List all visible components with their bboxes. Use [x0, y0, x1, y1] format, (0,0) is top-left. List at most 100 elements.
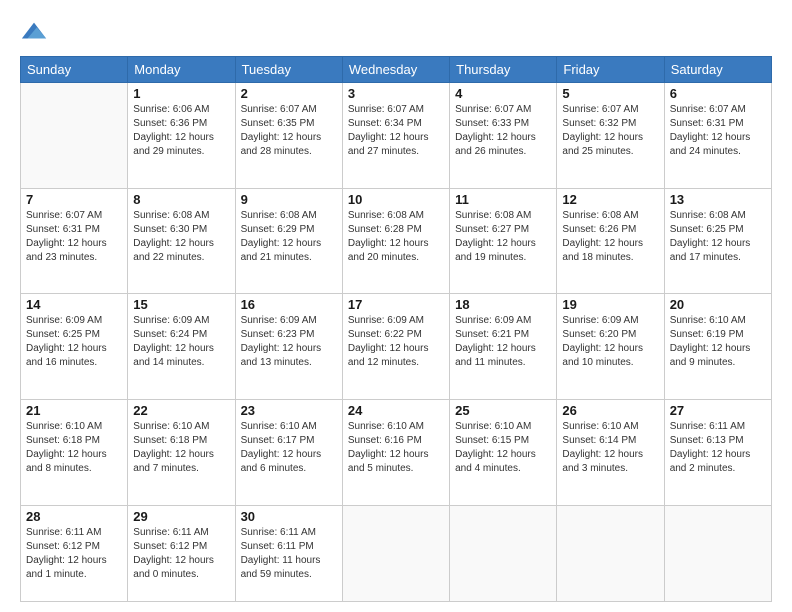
day-info: Sunrise: 6:10 AM Sunset: 6:15 PM Dayligh…	[455, 420, 551, 476]
day-number: 15	[133, 297, 229, 312]
day-info: Sunrise: 6:10 AM Sunset: 6:19 PM Dayligh…	[670, 314, 766, 370]
calendar-cell: 22 Sunrise: 6:10 AM Sunset: 6:18 PM Dayli…	[128, 400, 235, 506]
day-info: Sunrise: 6:09 AM Sunset: 6:20 PM Dayligh…	[562, 314, 658, 370]
calendar-cell: 14 Sunrise: 6:09 AM Sunset: 6:25 PM Dayli…	[21, 294, 128, 400]
day-number: 28	[26, 509, 122, 524]
day-number: 23	[241, 403, 337, 418]
day-number: 17	[348, 297, 444, 312]
day-header-thursday: Thursday	[450, 57, 557, 83]
calendar-header-row: SundayMondayTuesdayWednesdayThursdayFrid…	[21, 57, 772, 83]
day-info: Sunrise: 6:10 AM Sunset: 6:17 PM Dayligh…	[241, 420, 337, 476]
day-number: 8	[133, 192, 229, 207]
calendar-cell: 6 Sunrise: 6:07 AM Sunset: 6:31 PM Daylig…	[664, 83, 771, 189]
day-info: Sunrise: 6:08 AM Sunset: 6:26 PM Dayligh…	[562, 209, 658, 265]
day-info: Sunrise: 6:09 AM Sunset: 6:24 PM Dayligh…	[133, 314, 229, 370]
day-info: Sunrise: 6:07 AM Sunset: 6:31 PM Dayligh…	[670, 103, 766, 159]
day-number: 10	[348, 192, 444, 207]
day-info: Sunrise: 6:07 AM Sunset: 6:32 PM Dayligh…	[562, 103, 658, 159]
day-info: Sunrise: 6:06 AM Sunset: 6:36 PM Dayligh…	[133, 103, 229, 159]
day-number: 25	[455, 403, 551, 418]
day-number: 16	[241, 297, 337, 312]
calendar-cell: 27 Sunrise: 6:11 AM Sunset: 6:13 PM Dayli…	[664, 400, 771, 506]
calendar-cell: 25 Sunrise: 6:10 AM Sunset: 6:15 PM Dayli…	[450, 400, 557, 506]
day-info: Sunrise: 6:10 AM Sunset: 6:18 PM Dayligh…	[26, 420, 122, 476]
calendar-cell: 15 Sunrise: 6:09 AM Sunset: 6:24 PM Dayli…	[128, 294, 235, 400]
day-number: 19	[562, 297, 658, 312]
calendar-cell: 28Sunrise: 6:11 AM Sunset: 6:12 PM Dayli…	[21, 505, 128, 601]
day-number: 14	[26, 297, 122, 312]
day-header-monday: Monday	[128, 57, 235, 83]
day-number: 13	[670, 192, 766, 207]
calendar-cell	[557, 505, 664, 601]
day-info: Sunrise: 6:11 AM Sunset: 6:13 PM Dayligh…	[670, 420, 766, 476]
calendar-cell: 26 Sunrise: 6:10 AM Sunset: 6:14 PM Dayli…	[557, 400, 664, 506]
day-header-sunday: Sunday	[21, 57, 128, 83]
day-info: Sunrise: 6:08 AM Sunset: 6:27 PM Dayligh…	[455, 209, 551, 265]
day-number: 9	[241, 192, 337, 207]
day-number: 29	[133, 509, 229, 524]
day-number: 5	[562, 86, 658, 101]
day-info: Sunrise: 6:08 AM Sunset: 6:30 PM Dayligh…	[133, 209, 229, 265]
day-number: 1	[133, 86, 229, 101]
calendar-cell	[664, 505, 771, 601]
day-info: Sunrise: 6:07 AM Sunset: 6:34 PM Dayligh…	[348, 103, 444, 159]
calendar-cell: 21 Sunrise: 6:10 AM Sunset: 6:18 PM Dayli…	[21, 400, 128, 506]
day-info: Sunrise: 6:07 AM Sunset: 6:31 PM Dayligh…	[26, 209, 122, 265]
day-number: 26	[562, 403, 658, 418]
day-info: Sunrise: 6:09 AM Sunset: 6:22 PM Dayligh…	[348, 314, 444, 370]
day-number: 4	[455, 86, 551, 101]
day-info: Sunrise: 6:08 AM Sunset: 6:28 PM Dayligh…	[348, 209, 444, 265]
calendar-cell: 8 Sunrise: 6:08 AM Sunset: 6:30 PM Daylig…	[128, 188, 235, 294]
calendar-cell: 10 Sunrise: 6:08 AM Sunset: 6:28 PM Dayli…	[342, 188, 449, 294]
day-info: Sunrise: 6:09 AM Sunset: 6:25 PM Dayligh…	[26, 314, 122, 370]
day-number: 7	[26, 192, 122, 207]
calendar-cell: 18Sunrise: 6:09 AM Sunset: 6:21 PM Dayli…	[450, 294, 557, 400]
day-info: Sunrise: 6:10 AM Sunset: 6:16 PM Dayligh…	[348, 420, 444, 476]
day-header-friday: Friday	[557, 57, 664, 83]
calendar-cell: 7 Sunrise: 6:07 AM Sunset: 6:31 PM Daylig…	[21, 188, 128, 294]
logo	[20, 18, 52, 46]
day-number: 21	[26, 403, 122, 418]
day-number: 6	[670, 86, 766, 101]
day-number: 30	[241, 509, 337, 524]
calendar-cell: 16 Sunrise: 6:09 AM Sunset: 6:23 PM Dayli…	[235, 294, 342, 400]
calendar-cell: 24 Sunrise: 6:10 AM Sunset: 6:16 PM Dayli…	[342, 400, 449, 506]
day-info: Sunrise: 6:10 AM Sunset: 6:18 PM Dayligh…	[133, 420, 229, 476]
calendar-cell: 4 Sunrise: 6:07 AM Sunset: 6:33 PM Daylig…	[450, 83, 557, 189]
day-info: Sunrise: 6:07 AM Sunset: 6:35 PM Dayligh…	[241, 103, 337, 159]
calendar-cell: 13 Sunrise: 6:08 AM Sunset: 6:25 PM Dayli…	[664, 188, 771, 294]
calendar-cell: 3 Sunrise: 6:07 AM Sunset: 6:34 PM Daylig…	[342, 83, 449, 189]
day-number: 22	[133, 403, 229, 418]
day-number: 20	[670, 297, 766, 312]
calendar-cell: 9 Sunrise: 6:08 AM Sunset: 6:29 PM Daylig…	[235, 188, 342, 294]
week-row-4: 21 Sunrise: 6:10 AM Sunset: 6:18 PM Dayli…	[21, 400, 772, 506]
calendar-cell: 29Sunrise: 6:11 AM Sunset: 6:12 PM Dayli…	[128, 505, 235, 601]
calendar-cell: 5 Sunrise: 6:07 AM Sunset: 6:32 PM Daylig…	[557, 83, 664, 189]
calendar-cell	[21, 83, 128, 189]
calendar-cell: 19 Sunrise: 6:09 AM Sunset: 6:20 PM Dayli…	[557, 294, 664, 400]
calendar-cell: 12 Sunrise: 6:08 AM Sunset: 6:26 PM Dayli…	[557, 188, 664, 294]
week-row-3: 14 Sunrise: 6:09 AM Sunset: 6:25 PM Dayli…	[21, 294, 772, 400]
day-info: Sunrise: 6:08 AM Sunset: 6:25 PM Dayligh…	[670, 209, 766, 265]
day-info: Sunrise: 6:11 AM Sunset: 6:11 PM Dayligh…	[241, 526, 337, 582]
calendar-cell: 30 Sunrise: 6:11 AM Sunset: 6:11 PM Dayli…	[235, 505, 342, 601]
calendar-cell: 2Sunrise: 6:07 AM Sunset: 6:35 PM Daylig…	[235, 83, 342, 189]
day-header-tuesday: Tuesday	[235, 57, 342, 83]
day-info: Sunrise: 6:10 AM Sunset: 6:14 PM Dayligh…	[562, 420, 658, 476]
day-header-wednesday: Wednesday	[342, 57, 449, 83]
calendar-table: SundayMondayTuesdayWednesdayThursdayFrid…	[20, 56, 772, 602]
calendar-cell: 1 Sunrise: 6:06 AM Sunset: 6:36 PM Daylig…	[128, 83, 235, 189]
calendar-cell	[450, 505, 557, 601]
day-number: 27	[670, 403, 766, 418]
week-row-5: 28Sunrise: 6:11 AM Sunset: 6:12 PM Dayli…	[21, 505, 772, 601]
day-number: 18	[455, 297, 551, 312]
day-info: Sunrise: 6:07 AM Sunset: 6:33 PM Dayligh…	[455, 103, 551, 159]
header	[20, 18, 772, 46]
day-number: 24	[348, 403, 444, 418]
day-info: Sunrise: 6:09 AM Sunset: 6:23 PM Dayligh…	[241, 314, 337, 370]
calendar-cell: 17 Sunrise: 6:09 AM Sunset: 6:22 PM Dayli…	[342, 294, 449, 400]
day-number: 3	[348, 86, 444, 101]
day-number: 12	[562, 192, 658, 207]
calendar-cell: 11Sunrise: 6:08 AM Sunset: 6:27 PM Dayli…	[450, 188, 557, 294]
day-info: Sunrise: 6:08 AM Sunset: 6:29 PM Dayligh…	[241, 209, 337, 265]
